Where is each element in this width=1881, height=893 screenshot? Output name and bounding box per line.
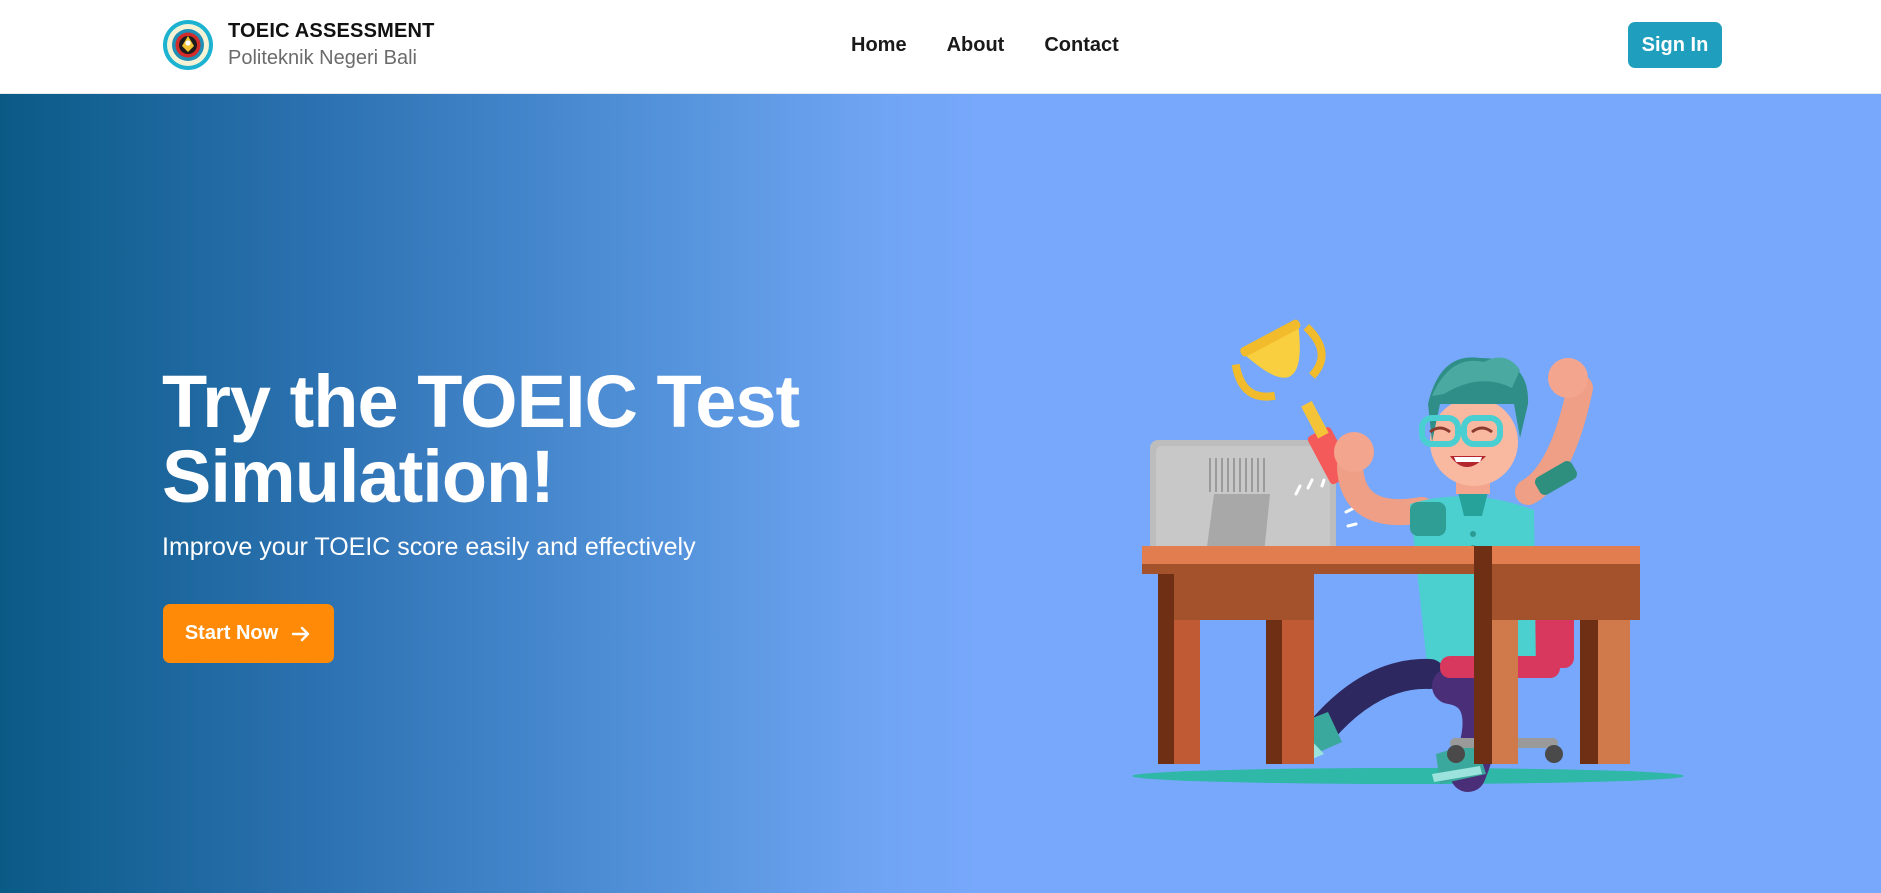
top-navbar: TOEIC ASSESSMENT Politeknik Negeri Bali … — [0, 0, 1881, 94]
hero-section: Try the TOEIC Test Simulation! Improve y… — [0, 94, 1881, 893]
hero-title-line-1: Try the TOEIC Test — [162, 360, 800, 443]
arrow-right-icon — [290, 623, 312, 645]
logo-icon — [163, 20, 213, 70]
sign-in-button[interactable]: Sign In — [1628, 22, 1722, 68]
hero-title-line-2: Simulation! — [162, 435, 555, 518]
nav-links: Home About Contact — [851, 30, 1159, 60]
nav-about-link[interactable]: About — [947, 30, 1005, 60]
start-now-button[interactable]: Start Now — [163, 604, 334, 663]
celebrating-student-illustration — [1132, 319, 1684, 792]
hero-subtitle: Improve your TOEIC score easily and effe… — [162, 533, 696, 561]
nav-home-link[interactable]: Home — [851, 30, 907, 60]
start-now-label: Start Now — [184, 622, 279, 644]
nav-contact-link[interactable]: Contact — [1044, 30, 1118, 60]
brand-title: TOEIC ASSESSMENT — [228, 20, 435, 42]
brand-subtitle: Politeknik Negeri Bali — [228, 47, 417, 69]
brand[interactable]: TOEIC ASSESSMENT Politeknik Negeri Bali — [162, 18, 435, 72]
hero-title: Try the TOEIC Test Simulation! — [162, 364, 882, 514]
